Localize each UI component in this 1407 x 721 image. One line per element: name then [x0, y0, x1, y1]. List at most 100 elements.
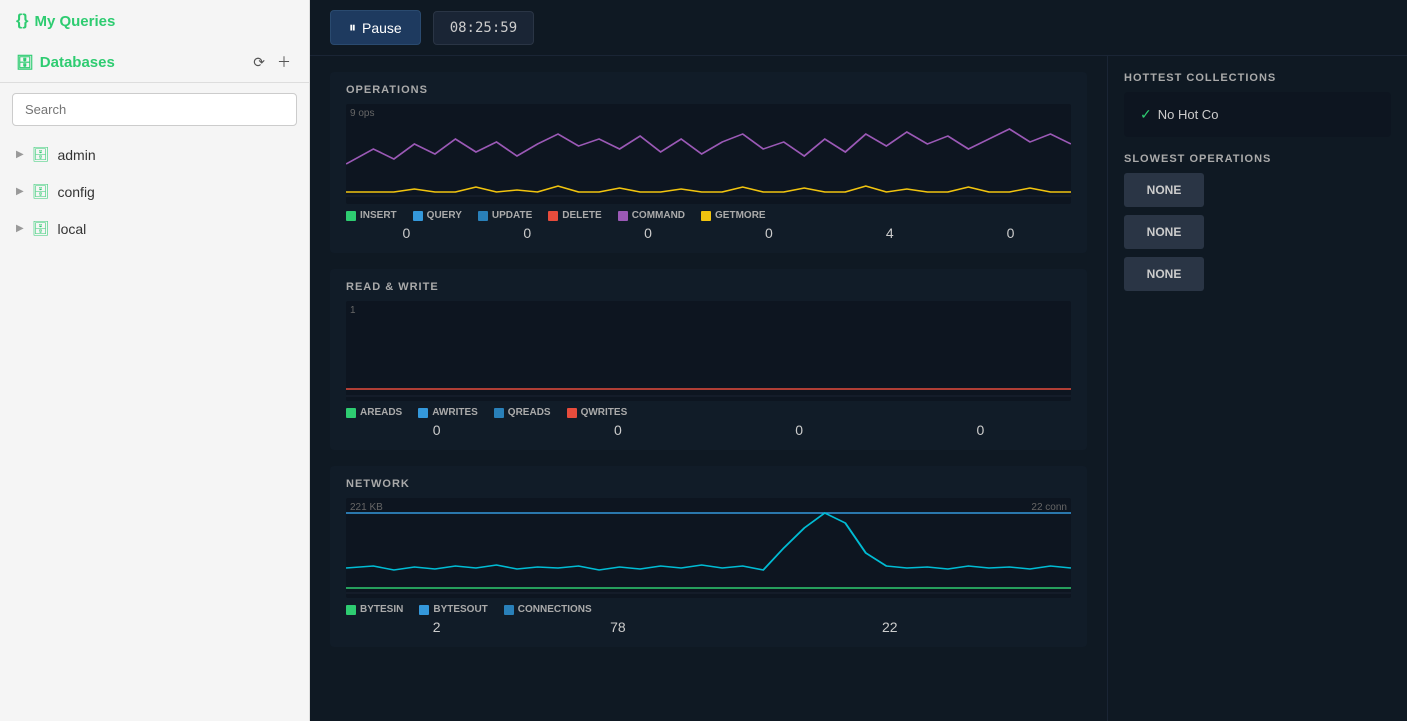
slowest-none-button-1[interactable]: NONE	[1124, 215, 1204, 249]
time-display: 08:25:59	[433, 11, 534, 45]
val-bytesin: 2	[346, 619, 527, 635]
read-write-title: READ & WRITE	[346, 281, 1071, 293]
legend-dot-command	[618, 211, 628, 221]
pause-icon: ⏸	[349, 19, 356, 36]
legend-delete: DELETE	[548, 210, 601, 221]
legend-command: COMMAND	[618, 210, 685, 221]
val-awrites: 0	[527, 422, 708, 438]
legend-dot-qreads	[494, 408, 504, 418]
db-name-local: local	[57, 221, 86, 237]
my-queries-item[interactable]: {} My Queries	[0, 0, 309, 42]
my-queries-label: My Queries	[34, 13, 115, 30]
db-name-config: config	[57, 184, 94, 200]
val-qwrites: 0	[890, 422, 1071, 438]
legend-dot-insert	[346, 211, 356, 221]
legend-label-command: COMMAND	[632, 210, 685, 221]
read-write-legend: AREADS AWRITES QREADS QWRITES	[346, 407, 1071, 418]
slowest-none-button-0[interactable]: NONE	[1124, 173, 1204, 207]
legend-bytesin: BYTESIN	[346, 604, 403, 615]
legend-qreads: QREADS	[494, 407, 551, 418]
search-input[interactable]	[12, 93, 297, 126]
legend-label-delete: DELETE	[562, 210, 601, 221]
db-icon-admin: 🗄	[32, 146, 50, 163]
db-item-local[interactable]: ▶ 🗄 local	[0, 210, 309, 247]
slowest-item-0: NONE	[1124, 173, 1391, 207]
db-item-config[interactable]: ▶ 🗄 config	[0, 173, 309, 210]
val-qreads: 0	[709, 422, 890, 438]
legend-dot-connections	[504, 605, 514, 615]
legend-areads: AREADS	[346, 407, 402, 418]
network-legend: BYTESIN BYTESOUT CONNECTIONS	[346, 604, 1071, 615]
operations-chart-container: 9 ops	[346, 104, 1071, 204]
slowest-items-list: NONE NONE NONE	[1124, 173, 1391, 291]
pause-button[interactable]: ⏸ Pause	[330, 10, 421, 45]
network-chart-container: 221 KB 22 conn	[346, 498, 1071, 598]
val-query: 0	[467, 225, 588, 241]
legend-label-awrites: AWRITES	[432, 407, 478, 418]
legend-label-query: QUERY	[427, 210, 462, 221]
slowest-section: SLOWEST OPERATIONS NONE NONE NONE	[1124, 153, 1391, 291]
legend-awrites: AWRITES	[418, 407, 478, 418]
read-write-y-label: 1	[350, 305, 356, 316]
legend-label-update: UPDATE	[492, 210, 532, 221]
db-action-icons: ⟳ ＋	[251, 50, 293, 74]
val-command: 4	[829, 225, 950, 241]
legend-update: UPDATE	[478, 210, 532, 221]
databases-row: 🗄 Databases ⟳ ＋	[0, 42, 309, 83]
network-y-label: 221 KB	[350, 502, 383, 513]
slowest-item-2: NONE	[1124, 257, 1391, 291]
hot-collections-box: ✓ No Hot Co	[1124, 92, 1391, 137]
legend-dot-delete	[548, 211, 558, 221]
db-arrow-admin: ▶	[16, 149, 24, 160]
db-item-admin[interactable]: ▶ 🗄 admin	[0, 136, 309, 173]
val-bytesout: 78	[527, 619, 708, 635]
read-write-chart-svg	[346, 301, 1071, 401]
operations-title: OPERATIONS	[346, 84, 1071, 96]
legend-dot-update	[478, 211, 488, 221]
legend-label-bytesin: BYTESIN	[360, 604, 403, 615]
val-areads: 0	[346, 422, 527, 438]
time-value: 08:25:59	[450, 20, 517, 36]
network-chart-svg	[346, 498, 1071, 598]
legend-dot-bytesin	[346, 605, 356, 615]
network-title: NETWORK	[346, 478, 1071, 490]
legend-dot-areads	[346, 408, 356, 418]
legend-label-qwrites: QWRITES	[581, 407, 628, 418]
no-hot-label: No Hot Co	[1158, 107, 1219, 122]
checkmark-icon: ✓	[1140, 106, 1152, 123]
hottest-section: HOTTEST COLLECTIONS ✓ No Hot Co	[1124, 72, 1391, 137]
read-write-values: 0 0 0 0	[346, 422, 1071, 438]
legend-connections: CONNECTIONS	[504, 604, 592, 615]
operations-chart-card: OPERATIONS 9 ops INSERT	[330, 72, 1087, 253]
charts-area: OPERATIONS 9 ops INSERT	[310, 56, 1107, 721]
legend-query: QUERY	[413, 210, 462, 221]
operations-chart-svg	[346, 104, 1071, 204]
add-database-button[interactable]: ＋	[275, 50, 293, 74]
legend-label-qreads: QREADS	[508, 407, 551, 418]
dashboard: OPERATIONS 9 ops INSERT	[310, 56, 1407, 721]
databases-label: Databases	[40, 54, 115, 71]
legend-insert: INSERT	[346, 210, 397, 221]
databases-label-group: 🗄 Databases	[16, 54, 115, 71]
hottest-title: HOTTEST COLLECTIONS	[1124, 72, 1391, 84]
legend-getmore: GETMORE	[701, 210, 766, 221]
pause-label: Pause	[362, 20, 402, 36]
db-stack-icon: 🗄	[16, 54, 34, 71]
sidebar: {} My Queries 🗄 Databases ⟳ ＋ ▶ 🗄 admin …	[0, 0, 310, 721]
legend-label-areads: AREADS	[360, 407, 402, 418]
operations-y-label: 9 ops	[350, 108, 374, 119]
legend-dot-qwrites	[567, 408, 577, 418]
read-write-chart-card: READ & WRITE 1 AREADS	[330, 269, 1087, 450]
val-connections: 22	[709, 619, 1072, 635]
main-content: ⏸ Pause 08:25:59 OPERATIONS 9 ops	[310, 0, 1407, 721]
refresh-button[interactable]: ⟳	[251, 50, 267, 74]
legend-dot-awrites	[418, 408, 428, 418]
db-arrow-config: ▶	[16, 186, 24, 197]
legend-label-connections: CONNECTIONS	[518, 604, 592, 615]
header-bar: ⏸ Pause 08:25:59	[310, 0, 1407, 56]
operations-legend: INSERT QUERY UPDATE DELETE	[346, 210, 1071, 221]
slowest-none-button-2[interactable]: NONE	[1124, 257, 1204, 291]
legend-label-bytesout: BYTESOUT	[433, 604, 487, 615]
legend-dot-getmore	[701, 211, 711, 221]
val-getmore: 0	[950, 225, 1071, 241]
